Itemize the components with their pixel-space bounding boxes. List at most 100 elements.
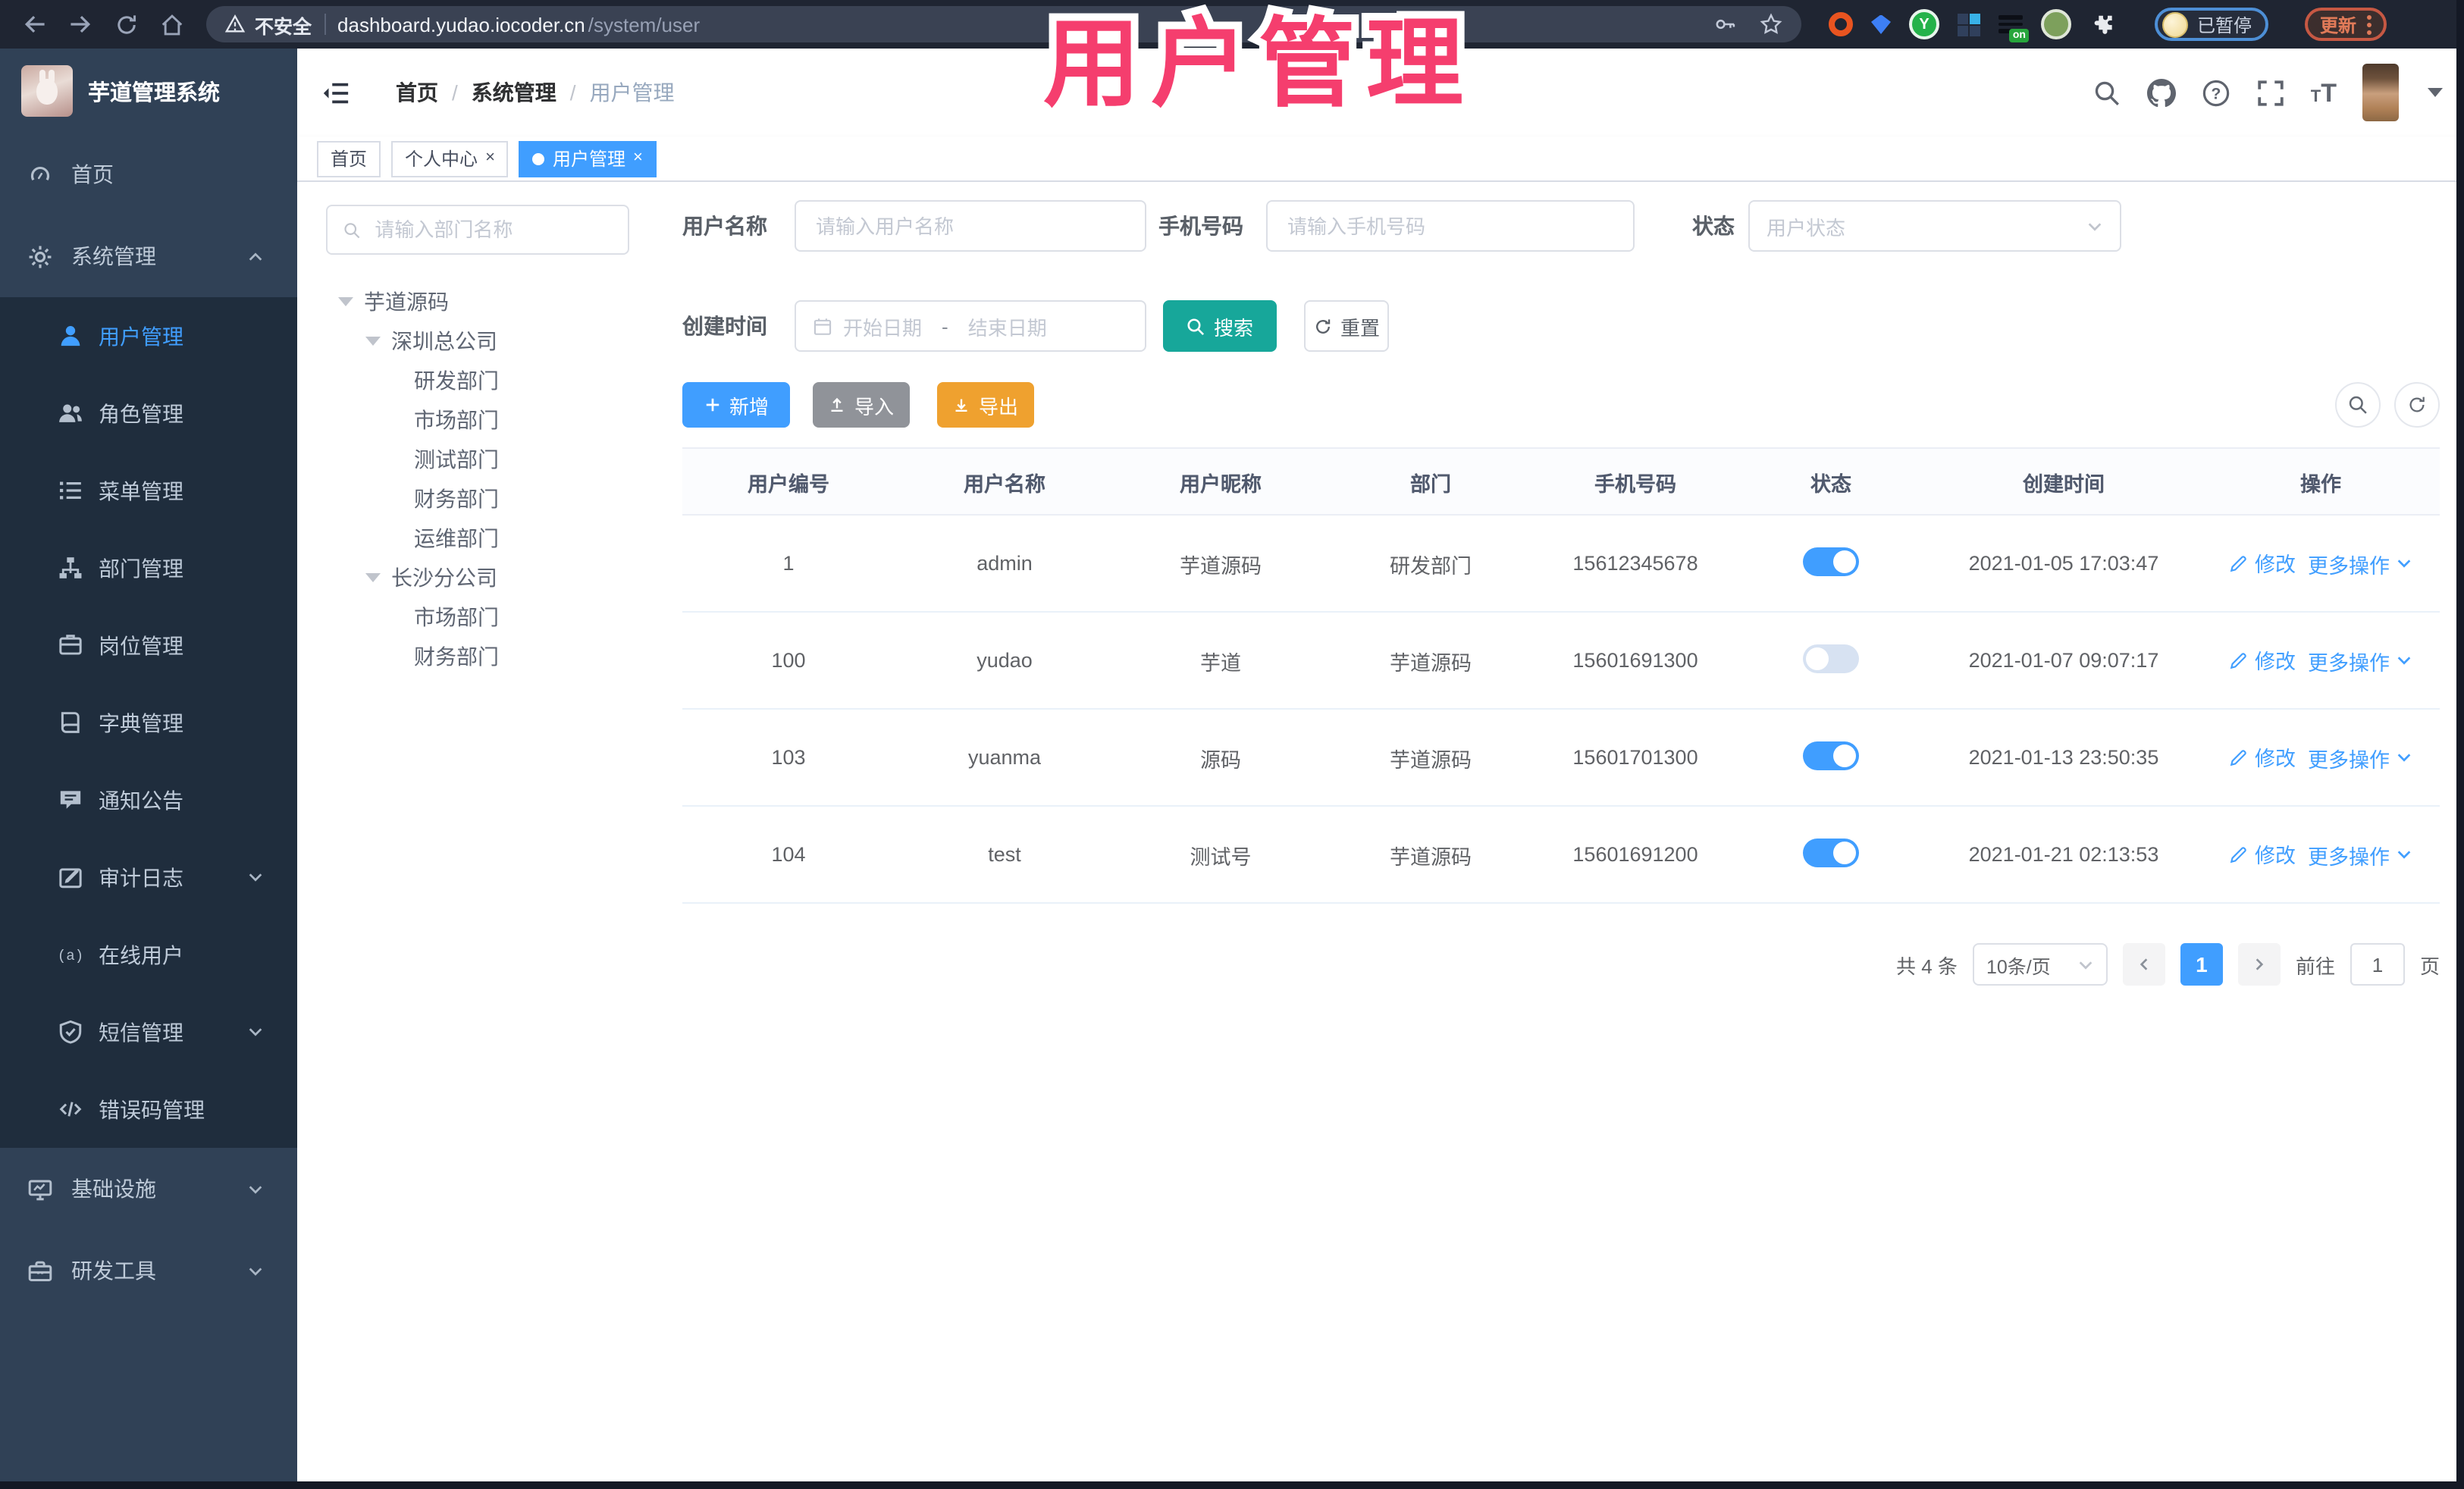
breadcrumb-item[interactable]: 系统管理 (472, 77, 556, 108)
tree-node[interactable]: 市场部门 (326, 400, 629, 440)
github-icon[interactable] (2146, 78, 2176, 107)
status-select[interactable]: 用户状态 (1748, 200, 2121, 252)
import-button[interactable]: 导入 (813, 382, 910, 428)
extension-orange-icon[interactable] (1829, 12, 1853, 36)
extension-gem-icon[interactable] (1871, 14, 1891, 34)
url-bar[interactable]: 不安全 dashboard.yudao.iocoder.cn /system/u… (206, 6, 1801, 42)
sidebar-item[interactable]: 字典管理 (0, 684, 297, 761)
collapse-menu-icon[interactable] (321, 78, 350, 107)
edit-link[interactable]: 修改 (2229, 742, 2296, 773)
tab-1[interactable]: 首页 (317, 140, 381, 177)
caret-down-icon[interactable] (365, 573, 381, 582)
page-number-button[interactable]: 1 (2180, 943, 2223, 986)
tree-node[interactable]: 财务部门 (326, 637, 629, 676)
next-page-button[interactable] (2237, 943, 2281, 986)
help-icon[interactable]: ? (2202, 78, 2230, 107)
profile-paused-badge[interactable]: 已暂停 (2155, 8, 2269, 41)
status-toggle[interactable] (1803, 741, 1859, 770)
refresh-table-button[interactable] (2335, 382, 2381, 428)
username-input[interactable] (813, 213, 1128, 239)
back-icon[interactable] (15, 5, 55, 44)
add-button[interactable]: 新增 (682, 382, 790, 428)
sidebar-item[interactable]: 基础设施 (0, 1148, 297, 1230)
status-toggle[interactable] (1803, 547, 1859, 575)
tree-node[interactable]: 财务部门 (326, 479, 629, 519)
tree-node[interactable]: 研发部门 (326, 361, 629, 400)
extensions-puzzle-icon[interactable] (2089, 11, 2115, 37)
edit-link[interactable]: 修改 (2229, 548, 2296, 578)
book-icon (58, 710, 83, 735)
more-actions-link[interactable]: 更多操作 (2308, 646, 2412, 676)
start-date-placeholder: 开始日期 (843, 316, 923, 339)
tab-3[interactable]: 用户管理 × (519, 140, 657, 177)
tree-node[interactable]: 测试部门 (326, 440, 629, 479)
more-actions-link[interactable]: 更多操作 (2308, 743, 2412, 773)
sidebar-item[interactable]: 岗位管理 (0, 607, 297, 684)
extension-y-icon[interactable]: Y (1909, 9, 1939, 39)
edit-link[interactable]: 修改 (2229, 839, 2296, 870)
extension-on-icon[interactable]: on (1998, 14, 2029, 42)
prev-page-button[interactable] (2122, 943, 2165, 986)
browser-menu-icon[interactable] (2367, 14, 2372, 34)
edit-link[interactable]: 修改 (2229, 645, 2296, 676)
date-range-field[interactable]: 开始日期 - 结束日期 (795, 300, 1146, 352)
sidebar: 芋道管理系统 首页 系统管理 用户管理 角色管理 菜单管理 部门管理 岗位管理 字典管理 通知公… (0, 49, 297, 1489)
dept-search-box[interactable] (326, 205, 629, 255)
forward-icon[interactable] (61, 5, 100, 44)
caret-down-icon[interactable] (338, 297, 353, 306)
more-actions-link[interactable]: 更多操作 (2308, 549, 2412, 579)
page-size-select[interactable]: 10条/页 (1972, 943, 2108, 986)
sidebar-item[interactable]: 用户管理 (0, 297, 297, 375)
close-icon[interactable]: × (633, 149, 643, 167)
tree-node[interactable]: 运维部门 (326, 519, 629, 558)
fullscreen-icon[interactable] (2256, 78, 2285, 107)
dept-search-input[interactable] (371, 217, 613, 243)
tree-node[interactable]: 深圳总公司 (326, 321, 629, 361)
tree-node[interactable]: 市场部门 (326, 597, 629, 637)
app-logo[interactable]: 芋道管理系统 (0, 49, 297, 133)
key-icon[interactable] (1713, 12, 1738, 36)
sidebar-item[interactable]: 短信管理 (0, 993, 297, 1071)
column-header: 用户编号 (682, 447, 895, 516)
create-time-label: 创建时间 (682, 314, 767, 338)
sidebar-item[interactable]: 通知公告 (0, 761, 297, 839)
username-field[interactable] (795, 200, 1146, 252)
home-icon[interactable] (152, 5, 191, 44)
refresh-icon[interactable] (106, 5, 146, 44)
reload-button[interactable] (2394, 382, 2440, 428)
tags-bar: 首页 个人中心 × 用户管理 × (297, 136, 2464, 182)
search-button[interactable]: 搜索 (1163, 300, 1277, 352)
search-icon[interactable] (2093, 78, 2121, 107)
tree-node[interactable]: 芋道源码 (326, 282, 629, 321)
mobile-input[interactable] (1284, 213, 1616, 239)
tree-node[interactable]: 长沙分公司 (326, 558, 629, 597)
goto-page-input[interactable] (2350, 943, 2405, 986)
font-size-icon[interactable]: TT (2311, 80, 2337, 105)
security-warning[interactable]: 不安全 (224, 10, 312, 39)
sidebar-item[interactable]: 研发工具 (0, 1230, 297, 1312)
sidebar-item[interactable]: 角色管理 (0, 375, 297, 452)
extension-squares-icon[interactable] (1958, 13, 1980, 36)
sidebar-item[interactable]: 菜单管理 (0, 452, 297, 529)
close-icon[interactable]: × (485, 149, 495, 167)
reset-button[interactable]: 重置 (1304, 300, 1389, 352)
status-toggle[interactable] (1803, 644, 1859, 672)
sidebar-item[interactable]: 错误码管理 (0, 1071, 297, 1148)
chrome-update-button[interactable]: 更新 (2305, 8, 2387, 41)
avatar-caret-icon[interactable] (2428, 88, 2443, 97)
tab-2[interactable]: 个人中心 × (391, 140, 509, 177)
more-actions-link[interactable]: 更多操作 (2308, 840, 2412, 870)
caret-down-icon[interactable] (365, 337, 381, 346)
sidebar-item[interactable]: 首页 (0, 133, 297, 215)
export-button[interactable]: 导出 (937, 382, 1034, 428)
breadcrumb-item[interactable]: 首页 (396, 77, 438, 108)
user-avatar[interactable] (2362, 64, 2399, 121)
status-toggle[interactable] (1803, 838, 1859, 867)
sidebar-item[interactable]: 系统管理 (0, 215, 297, 297)
sidebar-item[interactable]: 审计日志 (0, 839, 297, 916)
bookmark-star-icon[interactable] (1759, 12, 1783, 36)
sidebar-item[interactable]: (a) 在线用户 (0, 916, 297, 993)
mobile-field[interactable] (1266, 200, 1635, 252)
extension-wrench-icon[interactable] (2041, 9, 2071, 39)
sidebar-item[interactable]: 部门管理 (0, 529, 297, 607)
